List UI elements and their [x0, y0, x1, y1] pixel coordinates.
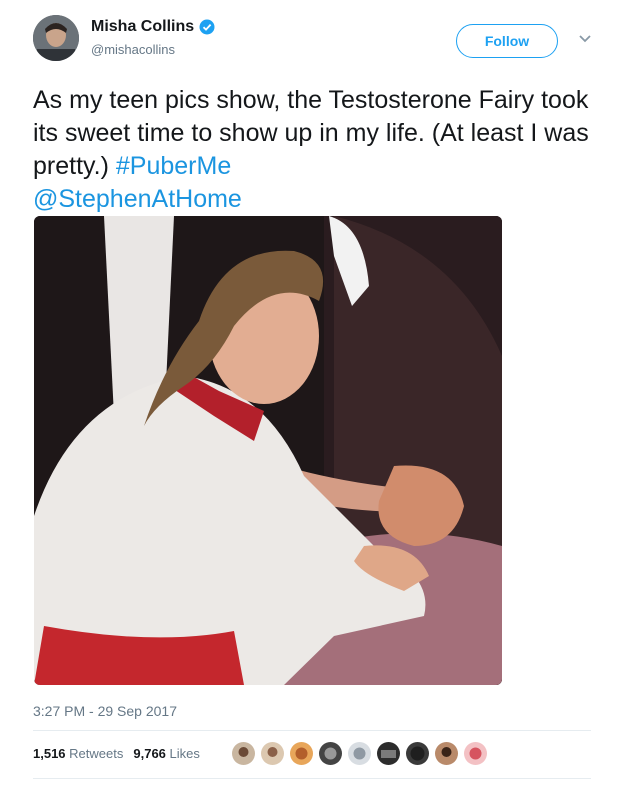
author-handle[interactable]: @mishacollins: [91, 42, 175, 57]
likes-label: Likes: [169, 746, 200, 761]
retweets-label: Retweets: [69, 746, 124, 761]
retweets-count: 1,516: [33, 746, 66, 761]
verified-badge-icon: [199, 19, 215, 35]
liker-avatar[interactable]: [260, 741, 285, 766]
divider: [33, 778, 591, 779]
liker-avatars: [231, 741, 488, 766]
avatar[interactable]: [33, 15, 79, 61]
liker-avatar[interactable]: [289, 741, 314, 766]
author-display-name[interactable]: Misha Collins: [91, 18, 194, 36]
hashtag-link[interactable]: #PuberMe: [116, 152, 231, 180]
tweet-text: As my teen pics show, the Testosterone F…: [33, 84, 593, 216]
mention-link[interactable]: @StephenAtHome: [33, 185, 242, 213]
divider: [33, 730, 591, 731]
chevron-down-icon[interactable]: [578, 32, 592, 46]
liker-avatar[interactable]: [318, 741, 343, 766]
likes-stat[interactable]: 9,766 Likes: [133, 746, 200, 761]
liker-avatar[interactable]: [434, 741, 459, 766]
author-name[interactable]: Misha Collins: [91, 18, 215, 36]
tweet-photo[interactable]: [34, 216, 502, 685]
likes-count: 9,766: [133, 746, 166, 761]
liker-avatar[interactable]: [405, 741, 430, 766]
liker-avatar[interactable]: [347, 741, 372, 766]
liker-avatar[interactable]: [231, 741, 256, 766]
follow-button[interactable]: Follow: [456, 24, 558, 58]
tweet-stats: 1,516 Retweets 9,766 Likes: [33, 746, 200, 761]
liker-avatar[interactable]: [463, 741, 488, 766]
retweets-stat[interactable]: 1,516 Retweets: [33, 746, 123, 761]
tweet-timestamp[interactable]: 3:27 PM - 29 Sep 2017: [33, 703, 177, 719]
liker-avatar[interactable]: [376, 741, 401, 766]
